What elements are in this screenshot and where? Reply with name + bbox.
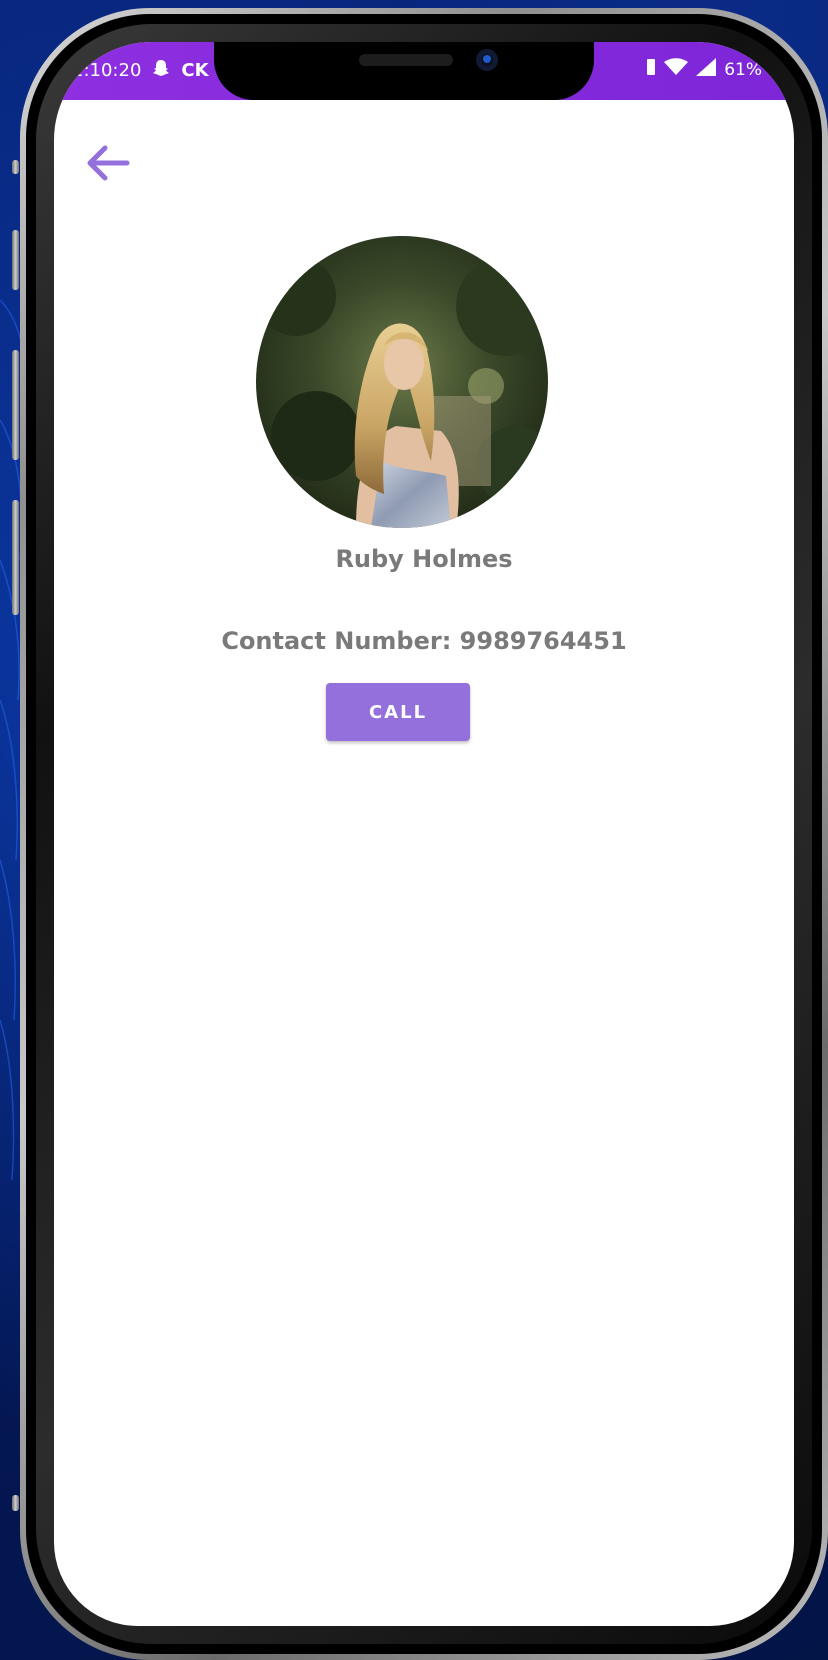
phone-frame: 2:10:20 CK 61% Ruby Holmes Contact Numbe… bbox=[20, 8, 828, 1660]
avatar bbox=[256, 236, 548, 528]
phone-bezel: 2:10:20 CK 61% Ruby Holmes Contact Numbe… bbox=[36, 24, 812, 1644]
snapchat-icon bbox=[151, 58, 171, 83]
volume-up-button bbox=[12, 230, 19, 290]
status-time: 2:10:20 bbox=[72, 60, 142, 81]
phone-inner-frame: 2:10:20 CK 61% Ruby Holmes Contact Numbe… bbox=[26, 14, 822, 1654]
status-right: 61% bbox=[646, 58, 782, 81]
back-button[interactable] bbox=[82, 137, 134, 189]
profile-photo bbox=[256, 236, 548, 528]
notch bbox=[214, 42, 594, 100]
contact-name: Ruby Holmes bbox=[335, 545, 513, 573]
status-left: 2:10:20 CK bbox=[72, 58, 209, 83]
signal-icon bbox=[696, 58, 717, 81]
wifi-icon bbox=[664, 58, 689, 81]
side-button bbox=[12, 500, 19, 615]
contact-number: Contact Number: 9989764451 bbox=[221, 627, 627, 655]
bottom-rail bbox=[12, 1495, 19, 1511]
earpiece-speaker bbox=[359, 54, 453, 66]
screen: 2:10:20 CK 61% Ruby Holmes Contact Numbe… bbox=[54, 42, 794, 1626]
mute-switch bbox=[12, 160, 19, 174]
battery-icon bbox=[770, 58, 782, 81]
battery-percent: 61% bbox=[724, 59, 762, 80]
call-button[interactable]: CALL bbox=[326, 683, 470, 741]
carrier-badge: CK bbox=[181, 60, 209, 81]
volume-down-button bbox=[12, 350, 19, 460]
front-camera bbox=[476, 49, 498, 71]
sim-icon bbox=[646, 58, 656, 81]
arrow-left-icon bbox=[87, 145, 130, 181]
